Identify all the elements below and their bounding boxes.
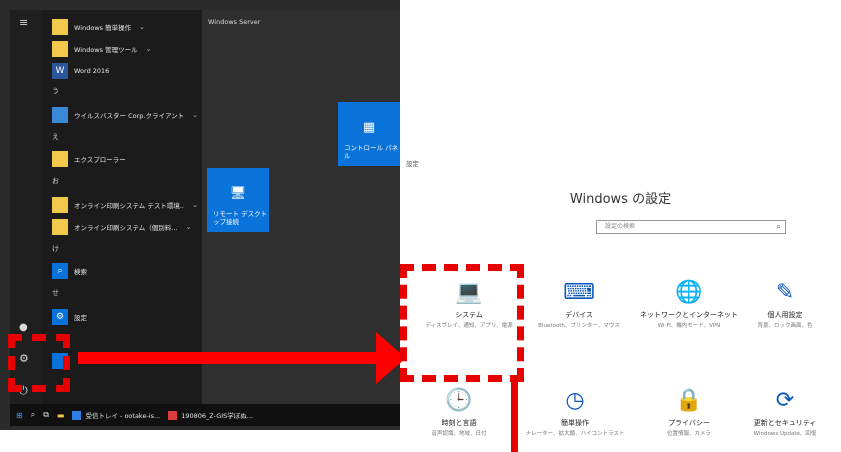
tile-remote-desktop[interactable]: 🖥 リモート デスクトップ接続 [207, 168, 269, 232]
category-update-security[interactable]: ⟳ 更新とセキュリティ Windows Update、回復 [730, 386, 840, 438]
task-view-icon[interactable]: ⧉ [43, 410, 49, 420]
group-letter[interactable]: け [52, 244, 59, 254]
list-item-admin-tools[interactable]: Windows 管理ツール ⌄ [52, 38, 198, 60]
chevron-down-icon: ⌄ [185, 223, 192, 231]
keyboard-icon: ⌨ [563, 280, 595, 305]
search-placeholder: 設定の検索 [605, 223, 636, 230]
annotation-arrow-line [78, 352, 378, 364]
search-icon: ⌕ [776, 222, 781, 231]
group-letter[interactable]: お [52, 176, 59, 186]
ease-of-access-icon: ◷ [565, 388, 585, 413]
search-icon: ⌕ [52, 263, 68, 279]
group-letter[interactable]: せ [52, 288, 59, 298]
refresh-icon: ⟳ [775, 388, 795, 413]
category-time-language[interactable]: 🕒 時刻と言語 音声認識、地域、日付 [404, 386, 514, 438]
settings-gear-icon: ⚙ [52, 309, 68, 325]
list-item-search[interactable]: ⌕ 検索 [52, 260, 198, 282]
settings-search-input[interactable]: 設定の検索 ⌕ [596, 220, 786, 234]
hamburger-menu-icon[interactable]: ≡ [19, 16, 28, 29]
window-title: 設定 [406, 160, 419, 168]
globe-icon: 🌐 [675, 280, 703, 305]
document-icon [168, 410, 178, 420]
remote-desktop-icon: 🖥 [229, 186, 247, 201]
highlight-box-gear [8, 334, 70, 392]
folder-icon [52, 219, 68, 235]
settings-heading: Windows の設定 [569, 192, 672, 207]
chevron-down-icon: ⌄ [145, 45, 152, 53]
group-letter[interactable]: え [52, 132, 59, 142]
category-devices[interactable]: ⌨ デバイス Bluetooth、プリンター、マウス [524, 278, 634, 330]
taskbar-item-outlook[interactable]: 受信トレイ - ootake-is... [72, 410, 160, 420]
category-network[interactable]: 🌐 ネットワークとインターネット Wi-Fi、機内モード、VPN [634, 278, 744, 330]
tile-control-panel[interactable]: ▦ コントロール パネル [338, 102, 400, 166]
word-icon: W [52, 63, 68, 79]
group-letter[interactable]: う [52, 86, 59, 96]
folder-icon [52, 41, 68, 57]
chevron-down-icon: ⌄ [139, 23, 145, 31]
category-ease-of-access[interactable]: ◷ 簡単操作 ナレーター、拡大鏡、ハイコントラスト [520, 386, 630, 438]
lock-icon: 🔒 [675, 388, 703, 413]
chevron-down-icon: ⌄ [192, 111, 198, 119]
tile-group-label: Windows Server [208, 18, 261, 26]
chevron-down-icon: ⌄ [192, 201, 198, 209]
list-item-print-individual[interactable]: オンライン印刷システム（個別料... ⌄ [52, 216, 198, 238]
outlook-icon [72, 410, 82, 420]
search-icon[interactable]: ⌕ [31, 410, 35, 420]
folder-icon [52, 197, 68, 213]
app-icon [52, 107, 68, 123]
folder-icon [52, 19, 68, 35]
time-language-icon: 🕒 [445, 388, 473, 413]
list-item-ease-of-access[interactable]: Windows 簡単操作 ⌄ [52, 16, 198, 38]
category-privacy[interactable]: 🔒 プライバシー 位置情報、カメラ [634, 386, 744, 438]
highlight-box-system [400, 264, 524, 382]
list-item-print-test[interactable]: オンライン印刷システム テスト環境... ⌄ [52, 194, 198, 216]
tile-area: Windows Server ▦ コントロール パネル 🖥 リモート デスクトッ… [202, 10, 400, 404]
list-item-virusbuster[interactable]: ウイルスバスター Corp.クライアント ⌄ [52, 104, 198, 126]
brush-icon: ✎ [775, 280, 795, 305]
taskbar: ⊞ ⌕ ⧉ ▬ 受信トレイ - ootake-is... 190806_Z-GI… [10, 404, 400, 426]
annotation-vertical-line [511, 380, 518, 452]
list-item-settings[interactable]: ⚙ 設定 [52, 306, 198, 328]
taskbar-item-document[interactable]: 190806_Z-GIS学ぼぬ... [168, 410, 253, 420]
user-icon[interactable]: ● [19, 322, 28, 333]
list-item-word[interactable]: W Word 2016 [52, 60, 198, 82]
list-item-explorer[interactable]: エクスプローラー [52, 148, 198, 170]
file-explorer-icon [52, 151, 68, 167]
windows-start-icon[interactable]: ⊞ [16, 411, 23, 420]
control-panel-icon: ▦ [362, 120, 376, 135]
file-explorer-icon[interactable]: ▬ [57, 411, 65, 420]
category-personalization[interactable]: ✎ 個人用設定 背景、ロック画面、色 [730, 278, 840, 330]
